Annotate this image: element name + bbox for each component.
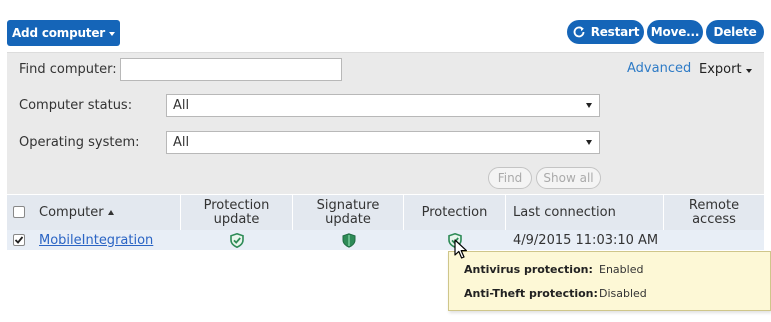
computer-status-select[interactable]: All: [166, 94, 600, 117]
operating-system-label: Operating system:: [19, 135, 140, 150]
anti-theft-protection-value: Disabled: [599, 287, 647, 300]
table-header: Computer Protection update Signature upd…: [7, 195, 764, 230]
move-label: Move...: [650, 25, 700, 39]
operating-system-value: All: [173, 135, 190, 150]
antivirus-protection-value: Enabled: [599, 263, 644, 276]
advanced-link[interactable]: Advanced: [627, 61, 691, 76]
row-checkbox[interactable]: [13, 234, 25, 246]
find-button[interactable]: Find: [488, 167, 532, 189]
last-connection-value: 4/9/2015 11:03:10 AM: [513, 232, 659, 248]
chevron-down-icon: [109, 32, 116, 36]
show-all-button-label: Show all: [543, 171, 594, 185]
column-signature-update-label: Signature update: [316, 197, 380, 227]
computer-name-cell[interactable]: MobileIntegration: [39, 230, 179, 250]
column-remote-access-label: Remote access: [688, 197, 740, 227]
find-button-label: Find: [497, 171, 523, 185]
protection-update-cell: [181, 230, 293, 250]
find-computer-label: Find computer:: [19, 62, 117, 77]
column-protection-update[interactable]: Protection update: [181, 195, 293, 230]
antivirus-protection-label: Antivirus protection:: [464, 263, 593, 276]
column-computer-label: Computer: [39, 204, 104, 220]
table-row[interactable]: MobileIntegration 4/9/2015 11:03:10 AM: [7, 230, 764, 250]
find-computer-input[interactable]: [120, 58, 342, 81]
protection-tooltip: Antivirus protection: Enabled Anti-Theft…: [448, 251, 771, 311]
export-label: Export: [699, 62, 742, 77]
sort-ascending-icon: [107, 210, 114, 215]
checkmark-icon: [14, 236, 24, 244]
operating-system-select[interactable]: All: [166, 131, 600, 154]
move-button[interactable]: Move...: [647, 20, 703, 44]
chevron-down-icon: [745, 68, 752, 73]
column-protection-label: Protection: [421, 204, 488, 220]
select-all-checkbox[interactable]: [13, 206, 25, 218]
mouse-cursor-icon: [454, 239, 467, 259]
signature-update-cell: [293, 230, 404, 250]
delete-label: Delete: [713, 25, 757, 39]
delete-button[interactable]: Delete: [706, 20, 764, 44]
column-last-connection-label: Last connection: [513, 204, 616, 220]
show-all-button[interactable]: Show all: [536, 167, 601, 189]
last-connection-cell: 4/9/2015 11:03:10 AM: [513, 230, 663, 250]
export-dropdown[interactable]: Export: [699, 62, 752, 77]
computer-status-label: Computer status:: [19, 98, 133, 113]
column-protection[interactable]: Protection: [404, 195, 506, 230]
computer-name-link[interactable]: MobileIntegration: [39, 233, 153, 248]
column-protection-update-label: Protection update: [203, 197, 270, 227]
add-computer-label: Add computer: [11, 26, 106, 40]
restart-label: Restart: [590, 25, 640, 39]
restart-button[interactable]: Restart: [567, 20, 644, 44]
restart-icon: [573, 26, 585, 38]
anti-theft-protection-label: Anti-Theft protection:: [464, 287, 598, 300]
chevron-down-icon: [586, 140, 592, 145]
column-signature-update[interactable]: Signature update: [293, 195, 404, 230]
shield-check-icon: [230, 232, 244, 248]
column-remote-access[interactable]: Remote access: [664, 195, 764, 230]
filter-panel: Find computer: Advanced Export Computer …: [7, 52, 764, 194]
column-computer[interactable]: Computer: [31, 195, 181, 230]
add-computer-button[interactable]: Add computer: [7, 20, 120, 46]
chevron-down-icon: [586, 103, 592, 108]
shield-icon: [342, 232, 355, 248]
computer-status-value: All: [173, 98, 190, 113]
column-last-connection[interactable]: Last connection: [506, 195, 664, 230]
